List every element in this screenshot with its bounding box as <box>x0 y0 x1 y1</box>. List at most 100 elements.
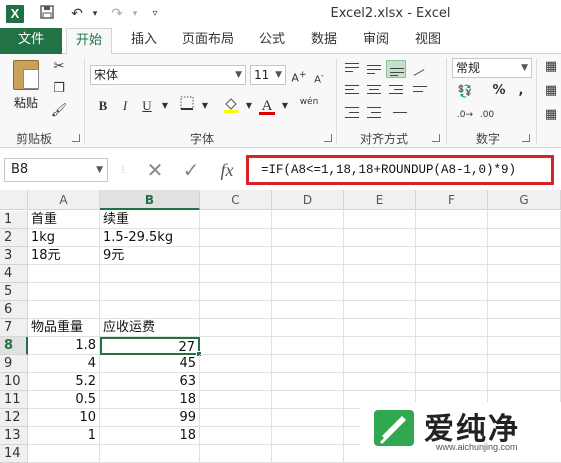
cell-a11[interactable]: 0.5 <box>28 391 100 409</box>
row-header-14[interactable]: 14 <box>0 445 28 463</box>
format-painter-icon[interactable]: 🖌 <box>50 102 68 120</box>
column-header-e[interactable]: E <box>344 190 416 210</box>
shrink-font-icon[interactable]: A- <box>310 66 328 85</box>
cell-g1[interactable] <box>488 211 561 229</box>
cell-a3[interactable]: 18元 <box>28 247 100 265</box>
fill-color-icon[interactable] <box>222 96 240 116</box>
cell-c2[interactable] <box>200 229 272 247</box>
cell-g4[interactable] <box>488 265 561 283</box>
align-left-icon[interactable] <box>342 82 362 100</box>
tab-home[interactable]: 开始 <box>66 28 112 55</box>
row-header-4[interactable]: 4 <box>0 265 28 283</box>
cell-g10[interactable] <box>488 373 561 391</box>
cell-d6[interactable] <box>272 301 344 319</box>
tab-data[interactable]: 数据 <box>304 28 344 54</box>
cell-a8[interactable]: 1.8 <box>28 337 100 355</box>
row-header-2[interactable]: 2 <box>0 229 28 247</box>
cell-g9[interactable] <box>488 355 561 373</box>
decrease-decimal-icon[interactable]: .00 <box>478 106 496 124</box>
cell-g2[interactable] <box>488 229 561 247</box>
font-color-dropdown-icon[interactable]: ▼ <box>276 96 294 116</box>
font-launcher-icon[interactable] <box>324 134 332 142</box>
align-right-icon[interactable] <box>386 82 406 100</box>
row-header-12[interactable]: 12 <box>0 409 28 427</box>
accounting-format-icon[interactable]: 💱 <box>456 82 474 100</box>
cell-b9[interactable]: 45 <box>100 355 200 373</box>
active-cell[interactable]: 27 <box>100 337 200 355</box>
alignment-launcher-icon[interactable] <box>432 134 440 142</box>
cell-b4[interactable] <box>100 265 200 283</box>
cell-d14[interactable] <box>272 445 344 463</box>
row-header-11[interactable]: 11 <box>0 391 28 409</box>
cell-a9[interactable]: 4 <box>28 355 100 373</box>
cell-a6[interactable] <box>28 301 100 319</box>
cell-a2[interactable]: 1kg <box>28 229 100 247</box>
cell-b7[interactable]: 应收运费 <box>100 319 200 337</box>
orientation-icon[interactable] <box>410 60 430 78</box>
cell-b1[interactable]: 续重 <box>100 211 200 229</box>
row-header-1[interactable]: 1 <box>0 211 28 229</box>
column-header-g[interactable]: G <box>488 190 561 210</box>
cell-c10[interactable] <box>200 373 272 391</box>
tab-view[interactable]: 视图 <box>408 28 448 54</box>
row-header-13[interactable]: 13 <box>0 427 28 445</box>
cell-d4[interactable] <box>272 265 344 283</box>
cell-f10[interactable] <box>416 373 488 391</box>
cell-f3[interactable] <box>416 247 488 265</box>
cell-b10[interactable]: 63 <box>100 373 200 391</box>
cell-g6[interactable] <box>488 301 561 319</box>
align-middle-icon[interactable] <box>364 60 384 78</box>
row-header-7[interactable]: 7 <box>0 319 28 337</box>
align-center-icon[interactable] <box>364 82 384 100</box>
number-format-combo[interactable]: 常规 ▼ <box>452 58 532 78</box>
formula-input[interactable]: =IF(A8<=1,18,18+ROUNDUP(A8-1,0)*9) <box>246 155 554 185</box>
cell-c5[interactable] <box>200 283 272 301</box>
row-header-9[interactable]: 9 <box>0 355 28 373</box>
column-header-d[interactable]: D <box>272 190 344 210</box>
cell-e1[interactable] <box>344 211 416 229</box>
cancel-icon[interactable]: ✕ <box>142 158 168 182</box>
cell-f6[interactable] <box>416 301 488 319</box>
cell-c4[interactable] <box>200 265 272 283</box>
cell-f7[interactable] <box>416 319 488 337</box>
cell-d3[interactable] <box>272 247 344 265</box>
cell-b2[interactable]: 1.5-29.5kg <box>100 229 200 247</box>
grow-font-icon[interactable]: A+ <box>290 66 308 85</box>
conditional-format-icon[interactable]: ▦ <box>542 58 560 76</box>
comma-style-icon[interactable]: , <box>512 82 530 100</box>
phonetic-icon[interactable]: wén <box>296 96 322 116</box>
cell-b5[interactable] <box>100 283 200 301</box>
select-all-corner[interactable] <box>0 190 28 210</box>
cell-d5[interactable] <box>272 283 344 301</box>
row-header-6[interactable]: 6 <box>0 301 28 319</box>
cell-d8[interactable] <box>272 337 344 355</box>
format-as-table-icon[interactable]: ▦ <box>542 82 560 100</box>
formula-bar-grip-icon[interactable]: ⋮ <box>116 158 130 182</box>
decrease-indent-icon[interactable] <box>342 104 362 122</box>
font-name-combo[interactable]: 宋体 ▼ <box>90 65 246 85</box>
cell-b14[interactable] <box>100 445 200 463</box>
wrap-text-icon[interactable] <box>410 82 430 100</box>
cell-b12[interactable]: 99 <box>100 409 200 427</box>
copy-icon[interactable]: ❐ <box>50 80 68 98</box>
cell-c11[interactable] <box>200 391 272 409</box>
cell-a7[interactable]: 物品重量 <box>28 319 100 337</box>
cell-a5[interactable] <box>28 283 100 301</box>
cell-e4[interactable] <box>344 265 416 283</box>
tab-page-layout[interactable]: 页面布局 <box>176 28 240 54</box>
insert-function-icon[interactable]: fx <box>214 158 240 182</box>
cell-g7[interactable] <box>488 319 561 337</box>
cell-a10[interactable]: 5.2 <box>28 373 100 391</box>
paste-button[interactable]: 粘贴 <box>8 60 44 118</box>
cell-d10[interactable] <box>272 373 344 391</box>
font-color-icon[interactable]: A <box>258 96 276 116</box>
column-header-f[interactable]: F <box>416 190 488 210</box>
underline-button[interactable]: U <box>138 96 156 116</box>
cell-g8[interactable] <box>488 337 561 355</box>
borders-dropdown-icon[interactable]: ▼ <box>196 96 214 116</box>
merge-center-icon[interactable] <box>390 104 410 122</box>
cell-g3[interactable] <box>488 247 561 265</box>
cell-g5[interactable] <box>488 283 561 301</box>
cell-a14[interactable] <box>28 445 100 463</box>
cell-d12[interactable] <box>272 409 344 427</box>
